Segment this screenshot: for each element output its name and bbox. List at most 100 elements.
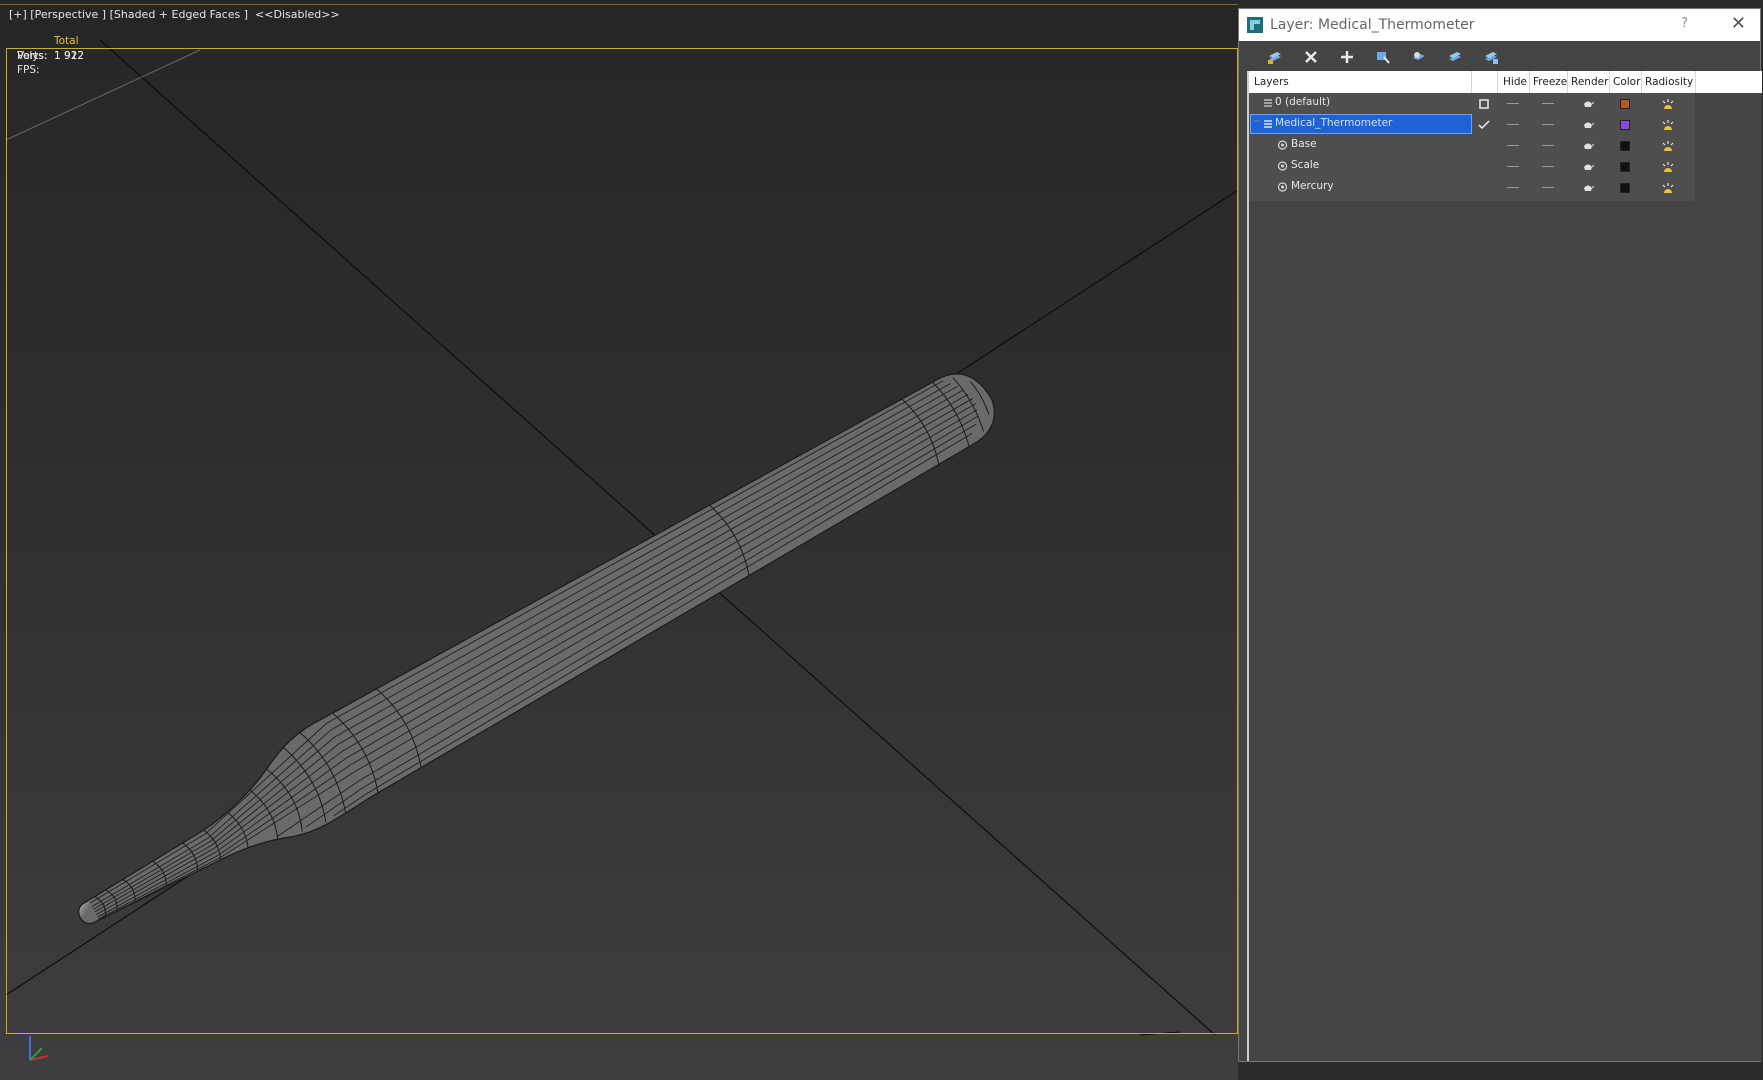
layers-list[interactable]: Layers Hide Freeze Render Color Radiosit… xyxy=(1247,71,1762,1061)
layer-row[interactable]: − Medical_Thermometer xyxy=(1249,114,1695,135)
color-swatch-cell[interactable] xyxy=(1609,156,1641,177)
render-toggle[interactable] xyxy=(1567,177,1609,198)
color-swatch[interactable] xyxy=(1620,161,1630,172)
help-button[interactable]: ? xyxy=(1681,16,1688,31)
layer-row[interactable]: 0 (default) xyxy=(1249,93,1695,114)
teapot-icon xyxy=(1584,122,1594,128)
radiosity-toggle[interactable] xyxy=(1641,177,1695,198)
color-swatch[interactable] xyxy=(1620,98,1630,109)
color-swatch-cell[interactable] xyxy=(1609,135,1641,156)
freeze-toggle[interactable] xyxy=(1529,156,1567,177)
teapot-icon xyxy=(1584,164,1594,170)
perspective-viewport[interactable]: [+] [Perspective ] [Shaded + Edged Faces… xyxy=(0,0,1238,1080)
radiosity-sun-icon xyxy=(1662,140,1674,151)
checkmark-icon xyxy=(1478,119,1490,129)
col-separator xyxy=(1567,71,1568,93)
hide-toggle[interactable] xyxy=(1497,135,1529,156)
stats-fps-row: FPS: xyxy=(17,63,463,84)
hide-all-button[interactable] xyxy=(1437,45,1473,69)
col-hide[interactable]: Hide xyxy=(1503,76,1527,88)
layer-icon xyxy=(1264,120,1272,128)
teapot-icon xyxy=(1584,143,1594,149)
object-row[interactable]: Scale xyxy=(1249,156,1695,177)
add-selection-icon xyxy=(1341,51,1353,63)
column-header: Layers Hide Freeze Render Color Radiosit… xyxy=(1249,71,1762,93)
render-toggle[interactable] xyxy=(1567,93,1609,114)
stats-header: Total xyxy=(54,35,79,47)
render-toggle[interactable] xyxy=(1567,135,1609,156)
viewport-label[interactable]: [+] [Perspective ] [Shaded + Edged Faces… xyxy=(9,8,340,21)
object-row[interactable]: Mercury xyxy=(1249,177,1695,198)
freeze-toggle[interactable] xyxy=(1529,177,1567,198)
close-button[interactable]: ✕ xyxy=(1731,13,1746,34)
freeze-toggle[interactable] xyxy=(1529,114,1567,135)
panel-titlebar[interactable]: Layer: Medical_Thermometer ? ✕ xyxy=(1239,9,1760,41)
object-name[interactable]: Base xyxy=(1291,138,1317,150)
grid-line xyxy=(1139,1031,1181,1036)
thermometer-mesh xyxy=(78,373,995,925)
object-name[interactable]: Scale xyxy=(1291,159,1319,171)
radiosity-toggle[interactable] xyxy=(1641,156,1695,177)
delete-layer-icon xyxy=(1305,51,1317,63)
thermometer-model[interactable] xyxy=(0,0,1238,1080)
hide-toggle[interactable] xyxy=(1497,114,1529,135)
create-layer-button[interactable] xyxy=(1257,45,1293,69)
freeze-toggle[interactable] xyxy=(1529,93,1567,114)
col-radiosity[interactable]: Radiosity xyxy=(1645,76,1693,88)
hide-toggle[interactable] xyxy=(1497,177,1529,198)
col-freeze[interactable]: Freeze xyxy=(1533,76,1567,88)
teapot-icon xyxy=(1584,101,1594,107)
object-row[interactable]: Base xyxy=(1249,135,1695,156)
col-separator xyxy=(1609,71,1610,93)
current-layer-toggle[interactable] xyxy=(1471,114,1497,135)
color-swatch-cell[interactable] xyxy=(1609,93,1641,114)
render-toggle[interactable] xyxy=(1567,156,1609,177)
color-swatch-cell[interactable] xyxy=(1609,177,1641,198)
render-toggle[interactable] xyxy=(1567,114,1609,135)
col-render[interactable]: Render xyxy=(1571,76,1608,88)
select-objects-button[interactable] xyxy=(1365,45,1401,69)
panel-title: Layer: Medical_Thermometer xyxy=(1270,17,1475,33)
col-separator xyxy=(1695,71,1696,93)
app-icon xyxy=(1247,17,1263,33)
current-layer-toggle[interactable] xyxy=(1471,93,1497,114)
axis-gizmo-icon xyxy=(29,1036,49,1061)
color-swatch-cell[interactable] xyxy=(1609,114,1641,135)
layer-name[interactable]: 0 (default) xyxy=(1275,96,1330,108)
freeze-all-button[interactable] xyxy=(1473,45,1509,69)
fps-label: FPS: xyxy=(17,63,40,76)
highlight-layer-button[interactable] xyxy=(1401,45,1437,69)
collapse-toggle-icon[interactable]: − xyxy=(1253,116,1261,127)
layer-explorer-panel[interactable]: Layer: Medical_Thermometer ? ✕ Layers Hi… xyxy=(1238,8,1762,1062)
highlight-layer-icon xyxy=(1413,52,1425,60)
teapot-icon xyxy=(1584,185,1594,191)
inactive-layer-icon xyxy=(1479,98,1489,109)
col-color[interactable]: Color xyxy=(1613,76,1640,88)
add-to-layer-button[interactable] xyxy=(1329,45,1365,69)
radiosity-toggle[interactable] xyxy=(1641,93,1695,114)
hide-toggle[interactable] xyxy=(1497,156,1529,177)
statistics-overlay: Total Polys: 1 912 Verts: 1 922 FPS: xyxy=(17,34,84,76)
col-separator xyxy=(1641,71,1642,93)
radiosity-sun-icon xyxy=(1662,98,1674,109)
radiosity-toggle[interactable] xyxy=(1641,114,1695,135)
color-swatch[interactable] xyxy=(1620,119,1630,130)
layer-rows: 0 (default) − Medical_Thermometer Base S… xyxy=(1249,93,1695,201)
object-teapot-icon xyxy=(1277,140,1288,150)
radiosity-sun-icon xyxy=(1662,182,1674,193)
layer-name[interactable]: Medical_Thermometer xyxy=(1275,117,1392,129)
layer-icon xyxy=(1264,99,1272,107)
col-layers[interactable]: Layers xyxy=(1254,76,1289,88)
color-swatch[interactable] xyxy=(1620,182,1630,193)
freeze-toggle[interactable] xyxy=(1529,135,1567,156)
radiosity-sun-icon xyxy=(1662,161,1674,172)
col-separator xyxy=(1529,71,1530,93)
color-swatch[interactable] xyxy=(1620,140,1630,151)
layer-toolbar xyxy=(1239,41,1760,73)
delete-layer-button[interactable] xyxy=(1293,45,1329,69)
object-name[interactable]: Mercury xyxy=(1291,180,1334,192)
radiosity-toggle[interactable] xyxy=(1641,135,1695,156)
col-separator xyxy=(1497,71,1498,93)
object-teapot-icon xyxy=(1277,161,1288,171)
hide-toggle[interactable] xyxy=(1497,93,1529,114)
